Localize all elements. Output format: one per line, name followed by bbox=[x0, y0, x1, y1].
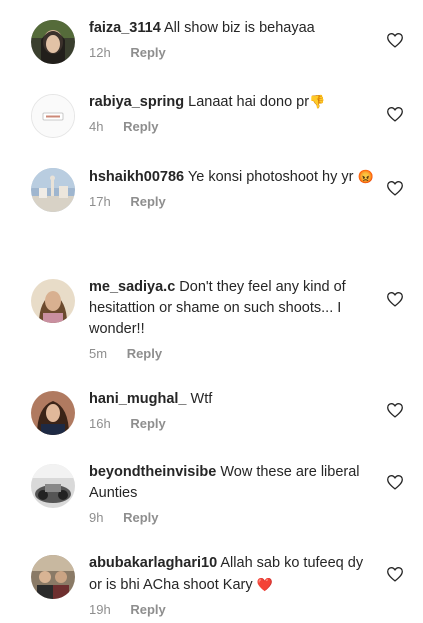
reply-button[interactable]: Reply bbox=[130, 45, 165, 60]
comment-username[interactable]: rabiya_spring bbox=[89, 94, 184, 110]
comment-timestamp: 19h bbox=[89, 602, 111, 617]
angry-face-emoji-icon: 😡 bbox=[357, 169, 374, 184]
comment-meta: 16h Reply bbox=[89, 416, 379, 431]
comment-text: me_sadiya.c Don't they feel any kind of … bbox=[89, 277, 379, 340]
comment-message: Ye konsi photoshoot hy yr bbox=[187, 169, 354, 185]
comment-meta: 4h Reply bbox=[89, 119, 379, 134]
comment-timestamp: 5m bbox=[89, 346, 108, 361]
comment-username[interactable]: me_sadiya.c bbox=[89, 279, 175, 295]
red-heart-emoji-icon: ❤️ bbox=[256, 577, 273, 592]
comment-body: abubakarlaghari10 Allah sab ko tufeeq dy… bbox=[89, 553, 379, 617]
comment-username[interactable]: hani_mughal_ bbox=[89, 391, 187, 407]
comment-meta: 17h Reply bbox=[89, 194, 379, 209]
reply-button[interactable]: Reply bbox=[123, 510, 158, 525]
comment-timestamp: 12h bbox=[89, 45, 111, 60]
user-avatar-icon[interactable] bbox=[31, 555, 75, 599]
comment-body: faiza_3114 All show biz is behayaa 12h R… bbox=[89, 18, 379, 60]
comment-username[interactable]: faiza_3114 bbox=[89, 20, 161, 36]
comment-username[interactable]: hshaikh00786 bbox=[89, 169, 184, 185]
comment-meta: 19h Reply bbox=[89, 602, 379, 617]
heart-outline-icon[interactable] bbox=[386, 566, 404, 582]
comment-timestamp: 17h bbox=[89, 194, 111, 209]
comment-text: hani_mughal_ Wtf bbox=[89, 389, 379, 410]
heart-outline-icon[interactable] bbox=[386, 474, 404, 490]
comment-timestamp: 4h bbox=[89, 119, 104, 134]
comment-message: Lanaat hai dono pr bbox=[188, 94, 310, 110]
heart-outline-icon[interactable] bbox=[386, 180, 404, 196]
comment-text: abubakarlaghari10 Allah sab ko tufeeq dy… bbox=[89, 553, 379, 596]
comment-message: All show biz is behayaa bbox=[164, 20, 315, 36]
comment-text: hshaikh00786 Ye konsi photoshoot hy yr 😡 bbox=[89, 166, 379, 188]
reply-button[interactable]: Reply bbox=[130, 602, 165, 617]
reply-button[interactable]: Reply bbox=[123, 119, 158, 134]
comment-timestamp: 16h bbox=[89, 416, 111, 431]
user-avatar-icon[interactable] bbox=[31, 94, 75, 138]
comment-body: beyondtheinvisibe Wow these are liberal … bbox=[89, 462, 379, 525]
heart-outline-icon[interactable] bbox=[386, 32, 404, 48]
user-avatar-icon[interactable] bbox=[31, 168, 75, 212]
comment-text: rabiya_spring Lanaat hai dono pr👎 bbox=[89, 91, 379, 113]
comment-text: faiza_3114 All show biz is behayaa bbox=[89, 18, 379, 39]
heart-outline-icon[interactable] bbox=[386, 402, 404, 418]
comment-body: hshaikh00786 Ye konsi photoshoot hy yr 😡… bbox=[89, 166, 379, 209]
user-avatar-icon[interactable] bbox=[31, 464, 75, 508]
comment-body: me_sadiya.c Don't they feel any kind of … bbox=[89, 277, 379, 361]
comment-text: beyondtheinvisibe Wow these are liberal … bbox=[89, 462, 379, 504]
heart-outline-icon[interactable] bbox=[386, 106, 404, 122]
reply-button[interactable]: Reply bbox=[127, 346, 162, 361]
comment-meta: 9h Reply bbox=[89, 510, 379, 525]
user-avatar-icon[interactable] bbox=[31, 391, 75, 435]
comment-username[interactable]: abubakarlaghari10 bbox=[89, 555, 217, 571]
comment-meta: 12h Reply bbox=[89, 45, 379, 60]
thumbs-down-emoji-icon: 👎 bbox=[309, 94, 326, 109]
comment-body: rabiya_spring Lanaat hai dono pr👎 4h Rep… bbox=[89, 91, 379, 134]
user-avatar-icon[interactable] bbox=[31, 279, 75, 323]
reply-button[interactable]: Reply bbox=[130, 194, 165, 209]
comment-meta: 5m Reply bbox=[89, 346, 379, 361]
reply-button[interactable]: Reply bbox=[130, 416, 165, 431]
comment-username[interactable]: beyondtheinvisibe bbox=[89, 464, 216, 480]
comment-message: Wtf bbox=[190, 391, 213, 407]
heart-outline-icon[interactable] bbox=[386, 291, 404, 307]
comment-body: hani_mughal_ Wtf 16h Reply bbox=[89, 389, 379, 431]
user-avatar-icon[interactable] bbox=[31, 20, 75, 64]
comment-timestamp: 9h bbox=[89, 510, 104, 525]
